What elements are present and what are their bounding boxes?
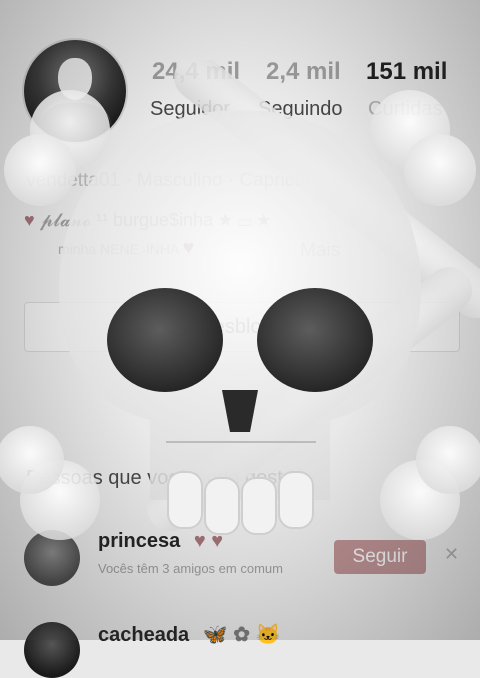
suggestion-name-text: princesa	[98, 530, 181, 552]
heart-icon: ♥	[24, 210, 35, 230]
close-icon[interactable]: ✕	[444, 544, 459, 565]
followers-label[interactable]: Seguidor...	[150, 98, 246, 121]
unblock-label: Desbloquear	[199, 315, 313, 338]
meta-separator: ·	[125, 170, 132, 191]
avatar[interactable]	[24, 530, 80, 586]
likes-label: Curtidas	[368, 98, 443, 120]
bio-line-1: ♥ 𝓹𝓵𝓪𝓷𝓸 ¹¹ burgue$inha ★ ▭ ★	[24, 210, 271, 231]
unblock-button[interactable]: Desbloquear	[24, 302, 460, 352]
username-text: vendetta01	[26, 170, 121, 191]
sign-text: Capricórnio	[239, 170, 337, 191]
meta-separator: ·	[227, 170, 235, 191]
suggestion-name-text: cacheada	[98, 624, 190, 646]
avatar[interactable]	[24, 622, 80, 678]
heart-icon: ♥	[182, 237, 195, 259]
profile-avatar[interactable]	[24, 40, 126, 142]
heart-icon: ♥ ♥	[193, 530, 224, 552]
emoji-icon: 🦋 ✿ 🐱	[202, 624, 281, 646]
gender-text: Masculino	[136, 170, 223, 191]
suggestions-title: Pessoas que você pode gostar	[26, 467, 301, 489]
follow-button[interactable]: Seguir	[334, 540, 426, 574]
bio-text-1: 𝓹𝓵𝓪𝓷𝓸 ¹¹ burgue$inha ★ ▭ ★	[39, 210, 271, 230]
suggestion-subtitle: Vocês têm 3 amigos em comum	[98, 561, 283, 576]
likes-count[interactable]: 151 mil	[366, 58, 447, 86]
following-count[interactable]: 2,4 mil	[266, 58, 341, 86]
bio-text-2: minha NENE⸝INHA	[58, 241, 179, 257]
more-link[interactable]: Mais	[300, 240, 340, 262]
avatar-shirt	[38, 100, 112, 142]
profile-meta: vendetta01 · Masculino · Capricórnio	[26, 170, 337, 192]
mask-icon	[58, 58, 92, 100]
suggestion-name[interactable]: cacheada 🦋 ✿ 🐱	[98, 622, 280, 647]
bio-line-2: minha NENE⸝INHA ♥	[58, 237, 194, 260]
suggestion-name[interactable]: princesa ♥ ♥	[98, 530, 223, 553]
following-label[interactable]: Seguindo	[258, 98, 343, 121]
followers-count[interactable]: 24,4 mil	[152, 58, 240, 86]
list-item[interactable]: cacheada 🦋 ✿ 🐱	[24, 622, 464, 678]
list-item[interactable]: princesa ♥ ♥ Vocês têm 3 amigos em comum…	[24, 530, 464, 590]
block-icon	[171, 317, 192, 337]
